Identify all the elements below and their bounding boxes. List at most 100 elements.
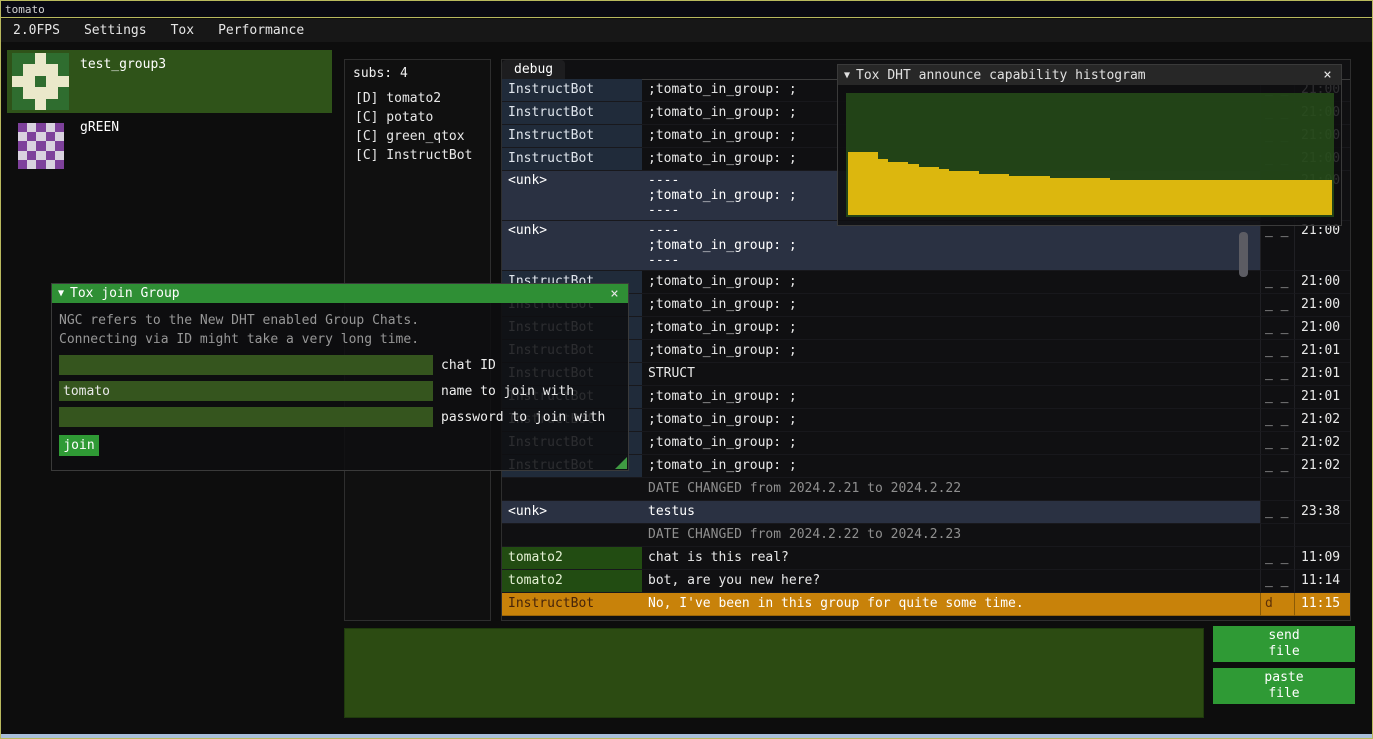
join-password-input[interactable] [59,407,433,427]
message-status-flags [1260,478,1294,501]
message-sender [502,478,642,501]
message-status-flags: _ _ [1260,570,1294,593]
histogram-bar [1070,178,1080,216]
histogram-bar [1241,180,1251,215]
tab-debug[interactable]: debug [502,60,565,79]
histogram-bar [1140,180,1150,215]
chat-message-row[interactable]: InstructBot ;tomato_in_group: ; _ _ 21:0… [502,317,1350,340]
join-button[interactable]: join [59,435,99,456]
chat-message-row[interactable]: InstructBot ;tomato_in_group: ; _ _ 21:0… [502,271,1350,294]
message-timestamp: 21:01 [1294,363,1350,386]
close-icon[interactable]: × [1320,68,1335,83]
message-timestamp: 21:02 [1294,432,1350,455]
histogram-bar [1050,178,1060,216]
chat-id-input[interactable] [59,355,433,375]
sidebar-item-label: gREEN [80,120,119,135]
chat-message-row[interactable]: InstructBot ;tomato_in_group: ; _ _ 21:0… [502,432,1350,455]
plot-area[interactable] [846,93,1334,217]
message-sender: InstructBot [502,79,642,102]
histogram-bar [1181,180,1191,215]
message-status-flags [1260,524,1294,547]
menu-item-fps[interactable]: 2.0FPS [1,20,72,41]
paste-file-button[interactable]: paste file [1213,668,1355,704]
chat-message-row[interactable]: DATE CHANGED from 2024.2.21 to 2024.2.22 [502,478,1350,501]
chat-message-row[interactable]: InstructBot ;tomato_in_group: ; _ _ 21:0… [502,386,1350,409]
window-title: tomato [5,3,45,16]
collapse-arrow-icon[interactable]: ▼ [58,288,64,299]
message-sender: <unk> [502,171,642,221]
chat-message-row[interactable]: InstructBot ;tomato_in_group: ; _ _ 21:0… [502,340,1350,363]
collapse-arrow-icon[interactable]: ▼ [844,70,850,81]
message-text: STRUCT [642,363,1260,386]
histogram-bar [969,171,979,215]
histogram-bar [1291,180,1301,215]
message-timestamp: 21:02 [1294,409,1350,432]
subscriber-item[interactable]: [C] potato [345,108,490,127]
chat-message-row[interactable]: <unk> ---- ;tomato_in_group: ; ---- _ _ … [502,221,1350,271]
send-file-button[interactable]: send file [1213,626,1355,662]
message-timestamp [1294,478,1350,501]
chat-message-row[interactable]: InstructBot ;tomato_in_group: ; _ _ 21:0… [502,455,1350,478]
group-avatar [12,53,69,110]
chat-message-row[interactable]: InstructBot ;tomato_in_group: ; _ _ 21:0… [502,294,1350,317]
histogram-bar [1171,180,1181,215]
message-sender [502,524,642,547]
histogram-bar [908,164,918,215]
sidebar-item-test-group3[interactable]: test_group3 [7,50,332,113]
chat-message-row[interactable]: InstructBot STRUCT _ _ 21:01 [502,363,1350,386]
message-text: No, I've been in this group for quite so… [642,593,1260,616]
histogram-bar [1231,180,1241,215]
message-sender: InstructBot [502,125,642,148]
histogram-bar [929,167,939,215]
message-sender: InstructBot [502,593,642,616]
menu-item-performance[interactable]: Performance [206,20,316,41]
app-window: tomato 2.0FPS Settings Tox Performance t… [0,0,1373,739]
histogram-bar [1029,176,1039,215]
message-text: bot, are you new here? [642,570,1260,593]
histogram-bar [1160,180,1170,215]
histogram-window-title-bar: ▼ Tox DHT announce capability histogram … [838,65,1341,85]
histogram-bar [1211,180,1221,215]
message-input[interactable] [344,628,1204,718]
chat-message-row[interactable]: <unk> testus _ _ 23:38 [502,501,1350,524]
histogram-bar [1130,180,1140,215]
histogram-window-title: Tox DHT announce capability histogram [856,68,1314,83]
histogram-bar [1120,180,1130,215]
message-status-flags: _ _ [1260,221,1294,271]
chat-message-row[interactable]: InstructBot ;tomato_in_group: ; _ _ 21:0… [502,409,1350,432]
chat-message-row[interactable]: tomato2 bot, are you new here? _ _ 11:14 [502,570,1350,593]
message-text: ;tomato_in_group: ; [642,432,1260,455]
message-sender: <unk> [502,221,642,271]
chat-message-row[interactable]: InstructBot No, I've been in this group … [502,593,1350,616]
sidebar-item-label: test_group3 [80,57,166,72]
chat-scrollbar-thumb[interactable] [1239,232,1248,277]
histogram-bar [1271,180,1281,215]
subscriber-item[interactable]: [D] tomato2 [345,89,490,108]
message-status-flags: d [1260,593,1294,616]
resize-grip[interactable] [615,457,627,469]
subscriber-item[interactable]: [C] green_qtox [345,127,490,146]
subscriber-item[interactable]: [C] InstructBot [345,146,490,165]
message-status-flags: _ _ [1260,386,1294,409]
close-icon[interactable]: × [607,286,622,301]
menu-item-tox[interactable]: Tox [159,20,206,41]
histogram-bar [1191,180,1201,215]
histogram-bar [858,152,868,215]
message-timestamp: 21:00 [1294,317,1350,340]
histogram-bar [848,152,858,215]
sidebar-item-green[interactable]: gREEN [7,118,332,172]
message-status-flags: _ _ [1260,409,1294,432]
histogram-window: ▼ Tox DHT announce capability histogram … [837,64,1342,226]
histogram-bar [1080,178,1090,216]
join-name-input[interactable] [59,381,433,401]
histogram-bar [949,171,959,215]
menu-bar: 2.0FPS Settings Tox Performance [1,19,1372,42]
subs-header: subs: 4 [345,60,490,89]
group-avatar [18,123,64,169]
chat-message-row[interactable]: tomato2 chat is this real? _ _ 11:09 [502,547,1350,570]
chat-message-row[interactable]: DATE CHANGED from 2024.2.22 to 2024.2.23 [502,524,1350,547]
histogram-bar [1110,180,1120,215]
menu-item-settings[interactable]: Settings [72,20,159,41]
histogram-bar [878,159,888,215]
bottom-border-strip [1,734,1372,738]
